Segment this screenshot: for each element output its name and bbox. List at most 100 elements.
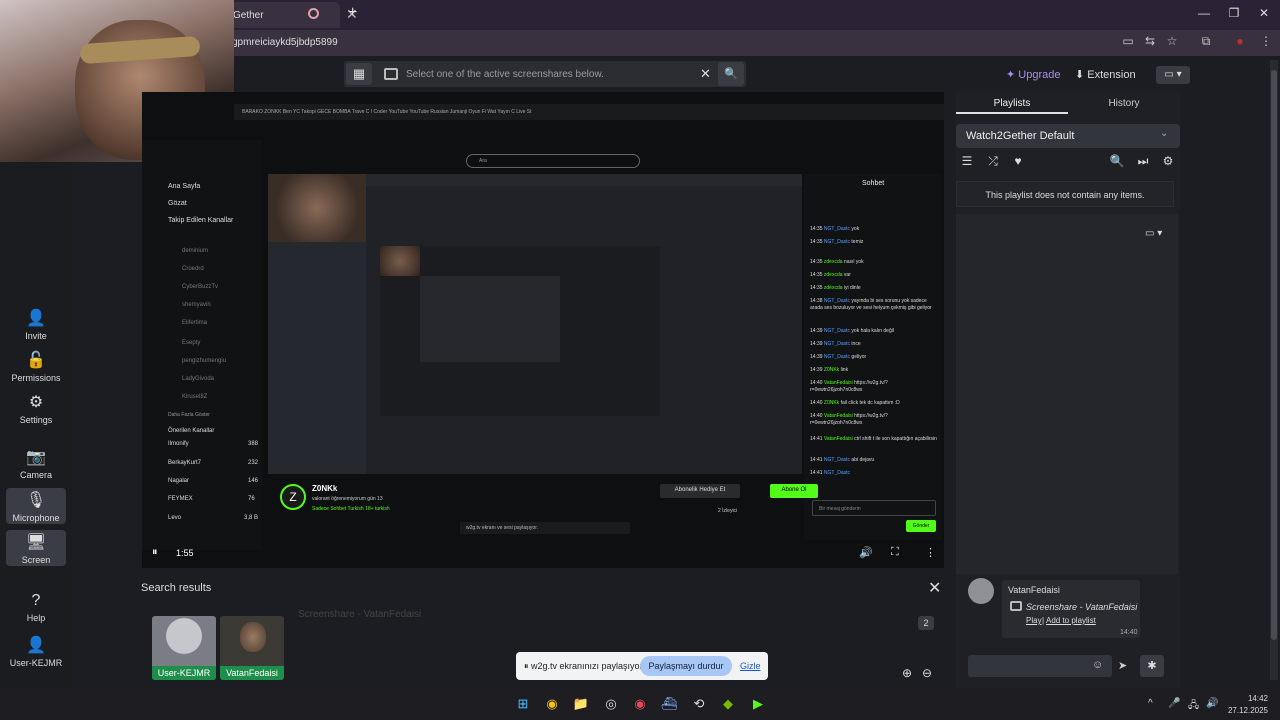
kick-gift-sub-button: Abonelik Hediye Et [660, 484, 740, 498]
play-link[interactable]: Play [1026, 616, 1042, 625]
app-icon[interactable]: ⟲ [690, 696, 708, 714]
view-dropdown[interactable]: ▭ ▾ [1156, 66, 1190, 84]
url-text[interactable]: gpmreiciaykd5jbdp5899 [232, 37, 338, 48]
kick-nav-home: Ana Sayfa [168, 183, 201, 190]
zoom-out-icon[interactable]: ⊖ [922, 666, 932, 680]
kick-rec-channel: FEYMEX [168, 496, 193, 502]
browser-icon[interactable]: ◉ [631, 696, 649, 714]
more-options-icon[interactable]: ⋮ [925, 546, 936, 559]
help-icon: ? [31, 592, 41, 609]
pause-icon[interactable]: ⏸ [152, 546, 158, 559]
send-icon[interactable]: ➤ [1118, 659, 1127, 672]
scrollbar-thumb[interactable] [1271, 70, 1277, 640]
list-icon[interactable]: ☰ [959, 154, 975, 168]
chat-settings-button[interactable]: ✱ [1140, 655, 1164, 677]
nvidia-icon[interactable]: ◆ [719, 696, 737, 714]
kick-rec-channel: Ilmonify [168, 441, 189, 447]
clear-search-icon[interactable]: ✕ [700, 66, 711, 82]
kick-rec-channel: Levo [168, 515, 182, 521]
kick-chat-line: 14:35 NGT_Dastc yok [810, 226, 860, 232]
zoom-in-icon[interactable]: ⊕ [902, 666, 912, 680]
kick-rec-viewers: 146 [248, 478, 259, 484]
screen-share-button[interactable]: 🖥 Screen [6, 530, 66, 566]
extensions-icon[interactable]: ⧉ [1198, 34, 1214, 49]
volume-icon[interactable]: 🔊 [859, 546, 873, 559]
kick-chat-line: 14:39 NGT_Dastc geliyor [810, 354, 867, 360]
camera-button[interactable]: 📷 Camera [6, 447, 66, 480]
heart-icon[interactable]: ♥ [1010, 154, 1026, 168]
invite-button[interactable]: 👤 Invite [6, 308, 66, 341]
minimize-button[interactable]: — [1194, 6, 1214, 20]
settings-button[interactable]: ⚙ Settings [6, 392, 66, 425]
help-button[interactable]: ? Help [6, 592, 66, 623]
chat-view-dropdown[interactable]: ▭ ▾ [1145, 228, 1162, 239]
kick-sidebar [142, 140, 262, 550]
profile-icon[interactable]: ● [1232, 34, 1248, 48]
emoji-icon[interactable]: ☺ [1092, 659, 1103, 671]
translate-icon[interactable]: ⇆ [1142, 34, 1158, 48]
user-icon: 👤 [26, 637, 46, 654]
volume-icon[interactable]: 🔊 [1206, 698, 1218, 709]
playlist-select[interactable]: Watch2Gether Default [956, 124, 1180, 148]
kick-followed-channel: shemyavin [182, 302, 211, 308]
microphone-button[interactable]: 🎙 Microphone [6, 488, 66, 524]
file-explorer-icon[interactable]: 📁 [572, 696, 590, 714]
chat-input[interactable] [968, 655, 1112, 677]
shared-browser-tabs: BARAKO ZONKK Ben YC Takopi GECE BOMBA Tr… [234, 104, 944, 120]
user-tile-vatanfedaisi[interactable]: VatanFedaisi [220, 616, 284, 680]
new-tab-button[interactable]: + [348, 4, 357, 22]
tab-playlists[interactable]: Playlists [956, 92, 1068, 114]
skip-next-icon[interactable]: ⏭ [1135, 154, 1151, 169]
fullscreen-icon[interactable]: ⛶ [891, 546, 899, 559]
permissions-button[interactable]: 🔓 Permissions [6, 350, 66, 383]
chrome-icon[interactable]: ◉ [543, 696, 561, 714]
browser-menu-icon[interactable]: ⋮ [1258, 34, 1274, 48]
clock-date[interactable]: 27.12.2025 [1218, 706, 1268, 715]
gear-icon[interactable]: ⚙ [1160, 154, 1176, 168]
kick-chat-line: 14:39 NGT_Dastc ince [810, 341, 861, 347]
start-icon[interactable]: ⊞ [514, 696, 532, 714]
screenshare-search-input[interactable]: Select one of the active screenshares be… [406, 69, 604, 80]
audio-playing-icon [308, 8, 319, 19]
close-window-button[interactable]: ✕ [1254, 6, 1274, 20]
steam-icon[interactable]: ⛴ [660, 696, 678, 714]
user-tile-label: User-KEJMR [152, 666, 216, 680]
stop-sharing-button[interactable]: Paylaşmayı durdur [640, 656, 732, 676]
network-icon[interactable]: 🖧 [1188, 698, 1199, 715]
microphone-icon[interactable]: 🎤 [1168, 698, 1180, 709]
user-tile-user-kejmr[interactable]: User-KEJMR [152, 616, 216, 680]
clock-time[interactable]: 14:42 [1218, 694, 1268, 703]
chat-message-user: VatanFedaisi [1008, 585, 1060, 595]
add-to-playlist-link[interactable]: Add to playlist [1046, 616, 1096, 625]
kick-icon[interactable]: ▶ [749, 696, 767, 714]
kick-rec-channel: BerkayKurt7 [168, 460, 202, 466]
kick-chat-input: Bir mesaj gönderin [812, 500, 936, 516]
browser-tab[interactable]: Gether [225, 2, 340, 28]
maximize-button[interactable]: ❐ [1224, 6, 1244, 20]
upgrade-link[interactable]: ✦ Upgrade [1006, 68, 1060, 81]
kick-chat-line: 14:39 NGT_Dastc yok hala kalın değil [810, 328, 894, 334]
hide-notice-link[interactable]: Gizle [740, 661, 761, 671]
kick-recommended-title: Önerilen Kanallar [168, 428, 215, 434]
shuffle-icon[interactable]: ⤮ [985, 154, 1001, 169]
user-profile-button[interactable]: 👤 User-KEJMR [6, 635, 66, 668]
close-search-results-icon[interactable]: ✕ [928, 578, 941, 598]
search-icon[interactable]: 🔍 [718, 62, 744, 86]
kick-followed-channel: pengizhumengiu [182, 358, 227, 364]
tray-overflow-icon[interactable]: ^ [1148, 698, 1153, 709]
search-icon[interactable]: 🔍 [1109, 154, 1125, 168]
extension-link[interactable]: ⬇ Extension [1075, 68, 1136, 81]
kick-chat-line: 14:35 zdexcda nasıl yok [810, 259, 864, 265]
chevron-down-icon[interactable]: ⌄ [1160, 128, 1168, 139]
tab-title: Gether [233, 10, 264, 21]
grid-icon[interactable]: ▦ [346, 63, 372, 85]
bookmark-star-icon[interactable]: ☆ [1164, 34, 1180, 48]
app-icon[interactable]: ◎ [602, 696, 620, 714]
screenshare-icon [1010, 601, 1022, 611]
streamer-avatar: Z [280, 484, 306, 510]
camera-icon: 📷 [26, 449, 46, 466]
gear-icon: ⚙ [28, 394, 44, 411]
tab-history[interactable]: History [1068, 92, 1180, 114]
cast-icon[interactable]: ▭ [1120, 34, 1136, 48]
kick-rec-viewers: 232 [248, 460, 259, 466]
